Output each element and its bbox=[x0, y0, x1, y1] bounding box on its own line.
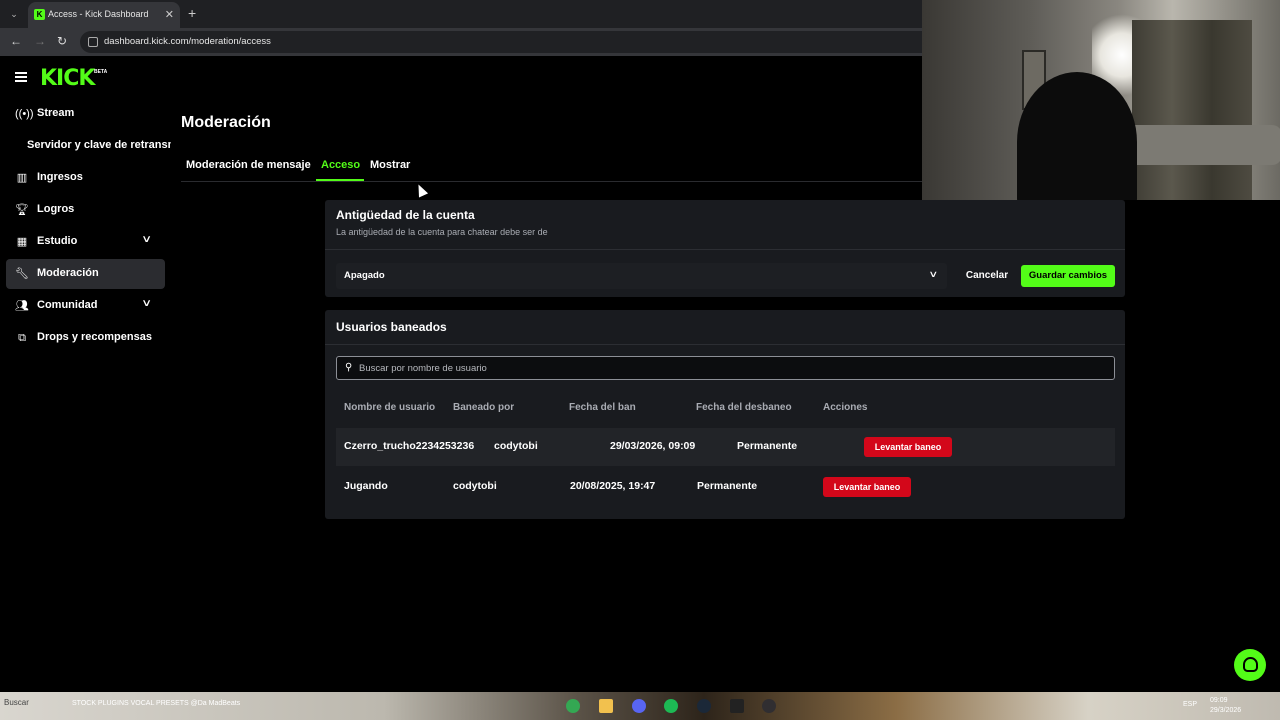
banned-by-cell: codytobi bbox=[453, 480, 497, 492]
account-age-title: Antigüedad de la cuenta bbox=[336, 208, 475, 222]
webcam-overlay bbox=[922, 0, 1280, 200]
save-changes-button[interactable]: Guardar cambios bbox=[1021, 265, 1115, 287]
sidebar-item-label: Drops y recompensas bbox=[37, 331, 152, 343]
browser-tabbar: ⌄ K Access - Kick Dashboard ✕ + bbox=[0, 0, 922, 28]
lift-ban-button[interactable]: Levantar baneo bbox=[864, 437, 952, 457]
ban-date-cell: 29/03/2026, 09:09 bbox=[610, 440, 696, 452]
new-tab-icon[interactable]: + bbox=[188, 5, 196, 21]
chevron-down-icon: ∨ bbox=[141, 298, 153, 309]
table-row: Jugando codytobi 20/08/2025, 19:47 Perma… bbox=[336, 468, 1115, 506]
unban-date-cell: Permanente bbox=[697, 480, 758, 492]
column-header-banned-by: Baneado por bbox=[453, 402, 515, 413]
help-chat-button[interactable] bbox=[1234, 649, 1266, 681]
os-taskbar: Buscar STOCK PLUGINS VOCAL PRESETS @Da M… bbox=[0, 692, 1280, 720]
wrench-icon: 🔧︎ bbox=[15, 268, 29, 280]
banned-users-card: Usuarios baneados ⚲ Nombre de usuario Ba… bbox=[325, 310, 1125, 519]
browser-tab[interactable]: K Access - Kick Dashboard ✕ bbox=[28, 2, 180, 28]
sidebar-item-drops[interactable]: ⧉ Drops y recompensas bbox=[6, 323, 165, 353]
steam-icon[interactable] bbox=[697, 699, 711, 713]
back-arrow-icon[interactable]: ← bbox=[10, 34, 22, 48]
tab-acceso[interactable]: Acceso bbox=[321, 159, 360, 171]
divider bbox=[325, 249, 1125, 250]
sidebar-item-label: Moderación bbox=[37, 267, 99, 279]
clock[interactable]: 09:09 29/3/2026 bbox=[1210, 696, 1241, 716]
account-age-selected-value: Apagado bbox=[344, 270, 385, 281]
sidebar-item-label: Stream bbox=[37, 107, 75, 119]
users-icon: 👥︎ bbox=[15, 300, 29, 312]
site-info-icon[interactable] bbox=[88, 37, 98, 47]
mouse-cursor-icon bbox=[413, 182, 429, 198]
broadcast-icon: ((•)) bbox=[15, 108, 34, 120]
sidebar-item-estudio[interactable]: ▦ Estudio ∨ bbox=[6, 227, 165, 257]
column-header-username: Nombre de usuario bbox=[344, 402, 436, 413]
sidebar-item-comunidad[interactable]: 👥︎ Comunidad ∨ bbox=[6, 291, 165, 321]
epic-games-icon[interactable] bbox=[730, 699, 744, 713]
kick-logo[interactable]: KICK bbox=[40, 66, 95, 91]
sidebar-item-logros[interactable]: 🏆︎ Logros bbox=[6, 195, 165, 225]
forward-arrow-icon[interactable]: → bbox=[34, 34, 46, 48]
grid-icon: ▦ bbox=[16, 236, 28, 248]
account-age-card: Antigüedad de la cuenta La antigüedad de… bbox=[325, 200, 1125, 297]
sidebar-item-moderacion[interactable]: 🔧︎ Moderación bbox=[6, 259, 165, 289]
address-bar[interactable]: dashboard.kick.com/moderation/access bbox=[80, 31, 922, 53]
account-age-select[interactable]: Apagado ∨ bbox=[336, 263, 947, 289]
lift-ban-button[interactable]: Levantar baneo bbox=[823, 477, 911, 497]
drops-icon: ⧉ bbox=[18, 332, 26, 344]
file-explorer-icon[interactable] bbox=[599, 699, 613, 713]
account-age-description: La antigüedad de la cuenta para chatear … bbox=[336, 227, 548, 237]
reload-icon[interactable]: ↻ bbox=[57, 34, 67, 48]
obs-icon[interactable] bbox=[762, 699, 776, 713]
hamburger-menu-icon[interactable] bbox=[15, 72, 27, 82]
tab-search-chevron-icon[interactable]: ⌄ bbox=[6, 6, 22, 22]
ban-date-cell: 20/08/2025, 19:47 bbox=[570, 480, 656, 492]
clock-time: 09:09 bbox=[1210, 697, 1228, 704]
webcam-person bbox=[1017, 72, 1137, 200]
webcam-bed bbox=[1122, 125, 1280, 165]
tab-mostrar[interactable]: Mostrar bbox=[370, 159, 410, 171]
discord-icon[interactable] bbox=[632, 699, 646, 713]
search-input[interactable] bbox=[359, 360, 1099, 376]
divider bbox=[325, 344, 1125, 345]
sidebar-item-label: Ingresos bbox=[37, 171, 83, 183]
banned-by-cell: codytobi bbox=[494, 440, 538, 452]
chart-icon: ▥ bbox=[16, 172, 28, 184]
page-title: Moderación bbox=[181, 114, 271, 131]
sidebar-item-stream[interactable]: ((•)) Stream bbox=[6, 99, 165, 129]
username-cell: Jugando bbox=[344, 480, 388, 492]
cancel-button[interactable]: Cancelar bbox=[961, 263, 1013, 289]
banned-users-search[interactable]: ⚲ bbox=[336, 356, 1115, 380]
webcam-curtain bbox=[1132, 20, 1252, 200]
sidebar-item-ingresos[interactable]: ▥ Ingresos bbox=[6, 163, 165, 193]
kick-favicon-icon: K bbox=[34, 9, 45, 20]
unban-date-cell: Permanente bbox=[737, 440, 798, 452]
chevron-down-icon: ∨ bbox=[141, 234, 153, 245]
search-icon: ⚲ bbox=[345, 362, 353, 373]
chrome-icon[interactable] bbox=[566, 699, 580, 713]
taskbar-search[interactable]: Buscar bbox=[4, 698, 29, 707]
spotify-icon[interactable] bbox=[664, 699, 678, 713]
sidebar-item-label: Logros bbox=[37, 203, 75, 215]
close-tab-icon[interactable]: ✕ bbox=[165, 8, 174, 21]
sidebar-item-stream-key[interactable]: Servidor y clave de retransmisión bbox=[27, 139, 171, 151]
chevron-down-icon: ∨ bbox=[928, 269, 939, 279]
url-text[interactable]: dashboard.kick.com/moderation/access bbox=[104, 36, 271, 47]
taskbar-pinned-folder[interactable]: STOCK PLUGINS VOCAL PRESETS @Da MadBeats bbox=[72, 700, 240, 707]
tab-title: Access - Kick Dashboard bbox=[48, 9, 149, 19]
browser-toolbar: ← → ↻ dashboard.kick.com/moderation/acce… bbox=[0, 28, 922, 56]
active-tab-indicator bbox=[316, 179, 364, 181]
tab-moderacion-mensaje[interactable]: Moderación de mensaje bbox=[186, 159, 311, 171]
column-header-actions: Acciones bbox=[823, 402, 868, 413]
trophy-icon: 🏆︎ bbox=[15, 204, 29, 216]
moderation-tabs: Moderación de mensaje Acceso Mostrar bbox=[181, 152, 922, 182]
column-header-unban-date: Fecha del desbaneo bbox=[696, 402, 792, 413]
table-row: Czerro_trucho2234253236 codytobi 29/03/2… bbox=[336, 428, 1115, 466]
username-cell: Czerro_trucho2234253236 bbox=[344, 440, 475, 452]
clock-date: 29/3/2026 bbox=[1210, 707, 1242, 714]
banned-users-title: Usuarios baneados bbox=[336, 320, 447, 334]
sidebar-item-label: Estudio bbox=[37, 235, 78, 247]
sidebar-item-label: Comunidad bbox=[37, 299, 98, 311]
column-header-ban-date: Fecha del ban bbox=[569, 402, 636, 413]
language-indicator[interactable]: ESP bbox=[1183, 701, 1197, 708]
beta-badge: BETA bbox=[94, 69, 108, 75]
